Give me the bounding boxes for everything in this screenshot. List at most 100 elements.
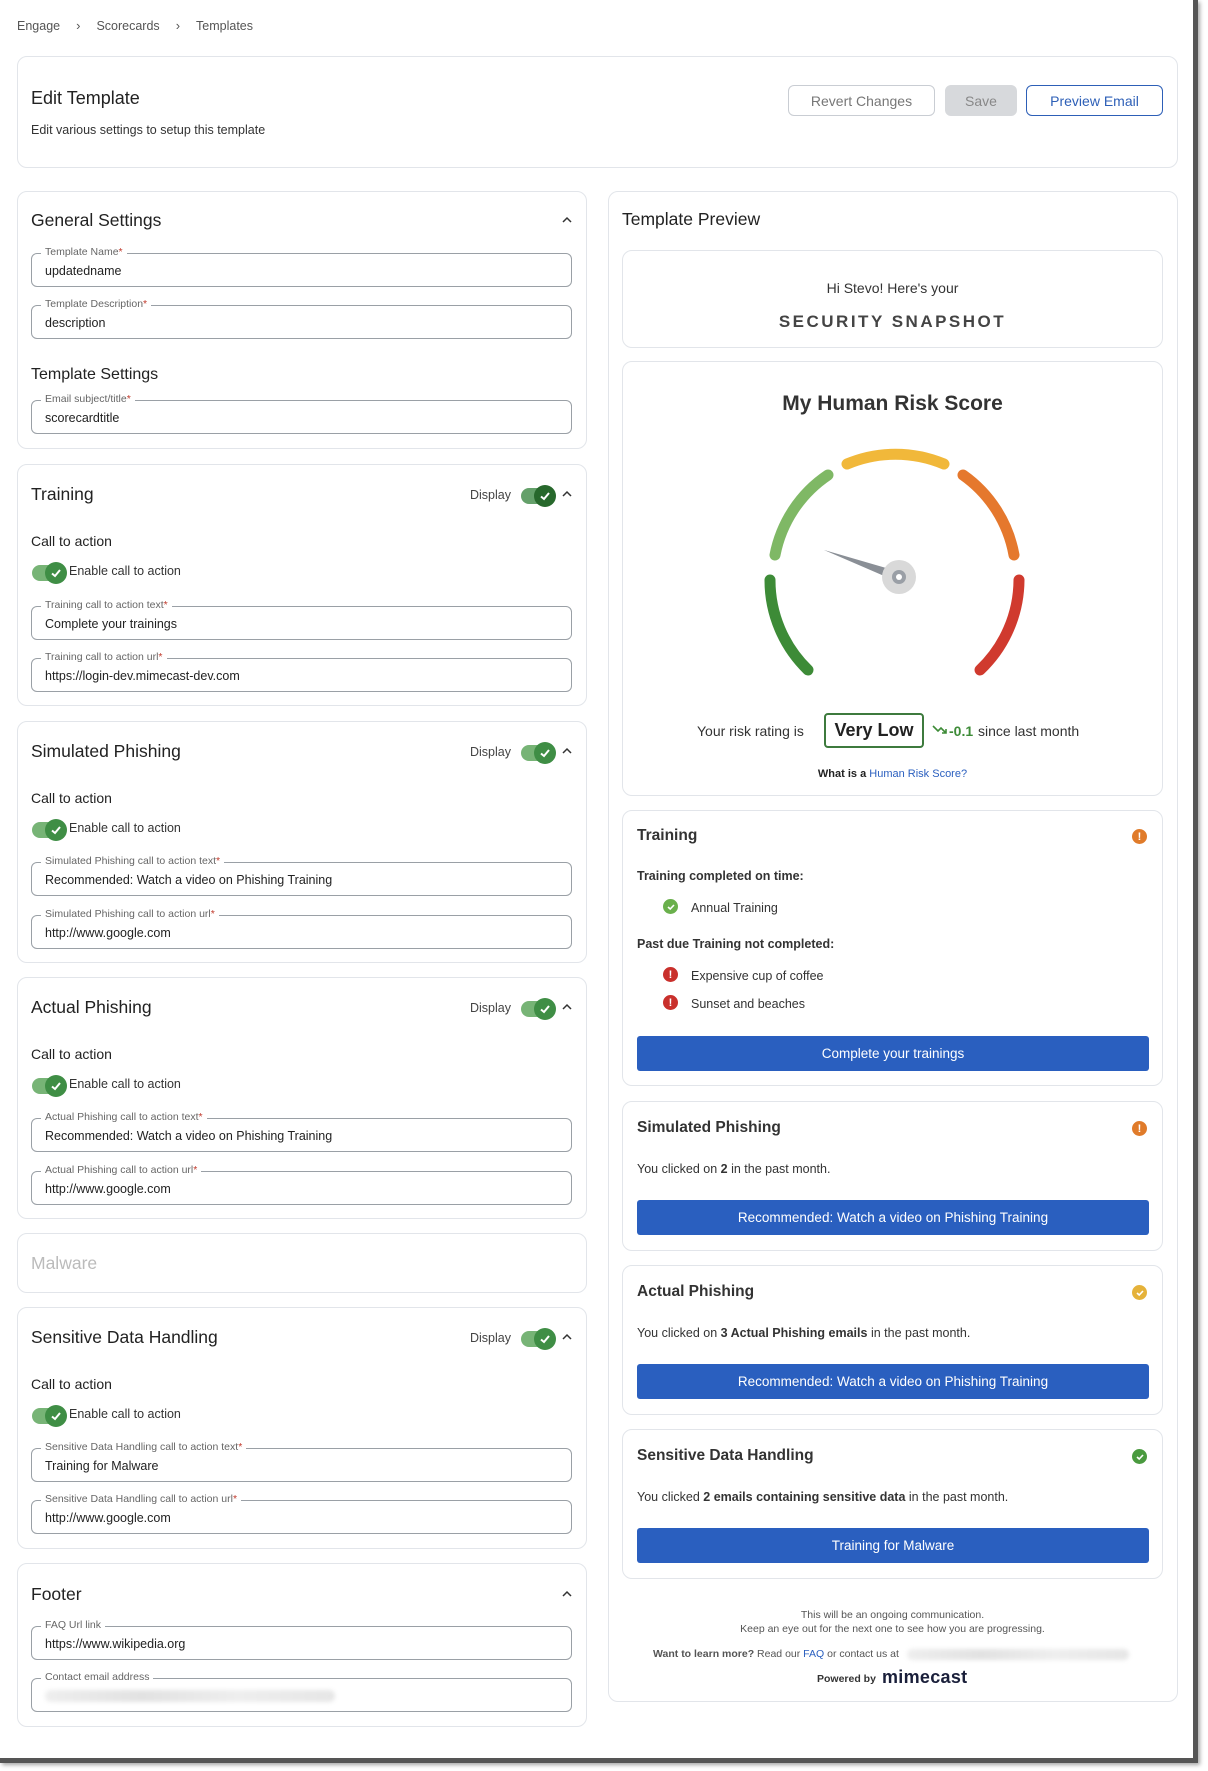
sensitive-cta-text-field[interactable]: Sensitive Data Handling call to action t… [31, 1441, 572, 1482]
sensitive-cta-text-label: Sensitive Data Handling call to action t… [45, 1441, 239, 1453]
simulated-phishing-preview-title: Simulated Phishing [637, 1119, 781, 1136]
check-circle-icon [1132, 1285, 1147, 1300]
mimecast-logo: mimecast [882, 1667, 968, 1687]
display-toggle[interactable] [521, 742, 556, 764]
actual-phishing-preview-title: Actual Phishing [637, 1283, 755, 1300]
chevron-right-icon: › [76, 18, 81, 33]
revert-changes-button[interactable]: Revert Changes [788, 85, 935, 116]
actual-cta-text-label: Actual Phishing call to action text [45, 1111, 199, 1123]
training-cta-url-field[interactable]: Training call to action url* https://log… [31, 651, 572, 692]
page-title: Edit Template [31, 88, 140, 108]
completed-training-item: Annual Training [691, 901, 778, 915]
enable-cta-toggle[interactable] [32, 562, 67, 584]
error-icon: ! [663, 967, 678, 982]
what-is-text: What is a [817, 768, 867, 780]
sensitive-data-text: You clicked 2 emails containing sensitiv… [637, 1490, 1009, 1504]
faq-url-label: FAQ Url link [41, 1619, 106, 1631]
actual-phishing-cta-button[interactable]: Recommended: Watch a video on Phishing T… [637, 1364, 1149, 1399]
check-icon [540, 1005, 550, 1014]
actual-cta-url-field[interactable]: Actual Phishing call to action url* http… [31, 1164, 572, 1205]
greeting-text: Hi Stevo! Here's your [826, 280, 959, 296]
training-cta-text-field[interactable]: Training call to action text* Complete y… [31, 599, 572, 640]
template-name-field[interactable]: Template Name* updatedname [31, 246, 572, 287]
actual-cta-text-field[interactable]: Actual Phishing call to action text* Rec… [31, 1111, 572, 1152]
complete-trainings-button[interactable]: Complete your trainings [637, 1036, 1149, 1071]
malware-settings-card[interactable] [17, 1233, 587, 1293]
risk-gauge [764, 448, 1025, 676]
gauge-arc-red [974, 574, 1025, 676]
training-settings-title: Training [31, 484, 94, 504]
malware-settings-title: Malware [31, 1253, 98, 1273]
sensitive-cta-url-field[interactable]: Sensitive Data Handling call to action u… [31, 1493, 572, 1534]
pastdue-training-item: Sunset and beaches [691, 997, 805, 1011]
footer-settings-title: Footer [31, 1584, 82, 1604]
call-to-action-title: Call to action [31, 1046, 112, 1062]
chevron-up-icon[interactable] [561, 1331, 573, 1343]
template-name-label: Template Name [45, 246, 119, 258]
enable-cta-label: Enable call to action [69, 821, 181, 835]
gauge-arc-orange [957, 469, 1020, 561]
general-settings-title: General Settings [31, 210, 162, 230]
display-label: Display [470, 1001, 511, 1015]
enable-cta-toggle[interactable] [32, 1405, 67, 1427]
chevron-right-icon: › [175, 18, 181, 33]
actual-cta-url-value: http://www.google.com [45, 1182, 171, 1196]
check-circle-icon [663, 899, 678, 914]
template-description-field[interactable]: Template Description* description [31, 298, 572, 339]
training-completed-heading: Training completed on time: [637, 869, 804, 883]
template-name-value: updatedname [45, 264, 122, 278]
training-cta-text-value: Complete your trainings [45, 617, 178, 631]
breadcrumb-scorecards[interactable]: Scorecards [96, 19, 159, 33]
display-toggle[interactable] [521, 998, 556, 1020]
simulated-phishing-settings-title: Simulated Phishing [31, 741, 181, 761]
redacted-contact [907, 1649, 1129, 1660]
risk-score-title: My Human Risk Score [782, 392, 1003, 415]
call-to-action-title: Call to action [31, 533, 112, 549]
chevron-up-icon[interactable] [561, 745, 573, 757]
chevron-up-icon[interactable] [561, 488, 573, 500]
breadcrumb: Engage › Scorecards › Templates [17, 18, 253, 33]
simulated-cta-text-field[interactable]: Simulated Phishing call to action text* … [31, 855, 572, 896]
sensitive-cta-url-value: http://www.google.com [45, 1511, 171, 1525]
faq-url-field[interactable]: FAQ Url link https://www.wikipedia.org [31, 1619, 572, 1660]
sensitive-data-settings-title: Sensitive Data Handling [31, 1327, 218, 1347]
gauge-arc-dark-green [764, 574, 814, 676]
sensitive-data-cta-button[interactable]: Training for Malware [637, 1528, 1149, 1563]
faq-link[interactable]: FAQ [803, 1648, 824, 1660]
enable-cta-label: Enable call to action [69, 1407, 181, 1421]
display-label: Display [470, 745, 511, 759]
save-button[interactable]: Save [945, 85, 1017, 116]
alert-icon: ! [1132, 1121, 1147, 1136]
simulated-cta-text-label: Simulated Phishing call to action text [45, 855, 217, 867]
contact-email-field[interactable]: Contact email address [31, 1671, 572, 1712]
preview-email-button[interactable]: Preview Email [1026, 85, 1163, 116]
faq-url-value: https://www.wikipedia.org [45, 1637, 186, 1651]
chevron-up-icon[interactable] [561, 214, 573, 226]
enable-cta-toggle[interactable] [32, 819, 67, 841]
powered-by-text: Powered by [817, 1673, 876, 1685]
check-icon [540, 749, 550, 758]
check-icon [51, 569, 61, 578]
breadcrumb-engage[interactable]: Engage [17, 19, 60, 33]
call-to-action-title: Call to action [31, 790, 112, 806]
display-toggle[interactable] [521, 485, 556, 507]
simulated-cta-url-field[interactable]: Simulated Phishing call to action url* h… [31, 908, 572, 949]
display-toggle[interactable] [521, 1328, 556, 1350]
training-pastdue-heading: Past due Training not completed: [637, 937, 835, 951]
sensitive-cta-text-value: Training for Malware [45, 1459, 159, 1473]
simulated-cta-text-value: Recommended: Watch a video on Phishing T… [45, 873, 333, 887]
chevron-up-icon[interactable] [561, 1588, 573, 1600]
template-description-label: Template Description [45, 298, 144, 310]
risk-rating-prefix: Your risk rating is [697, 723, 804, 739]
simulated-phishing-cta-button[interactable]: Recommended: Watch a video on Phishing T… [637, 1200, 1149, 1235]
risk-rating-badge: Very Low [824, 713, 924, 748]
chevron-up-icon[interactable] [561, 1001, 573, 1013]
error-icon: ! [663, 995, 678, 1010]
breadcrumb-templates: Templates [196, 18, 254, 33]
actual-phishing-settings-title: Actual Phishing [31, 997, 152, 1017]
email-subject-field[interactable]: Email subject/title* scorecardtitle [31, 393, 572, 434]
human-risk-score-link[interactable]: Human Risk Score? [869, 768, 967, 780]
enable-cta-toggle[interactable] [32, 1075, 67, 1097]
actual-cta-text-value: Recommended: Watch a video on Phishing T… [45, 1129, 333, 1143]
simulated-cta-url-value: http://www.google.com [45, 926, 171, 940]
